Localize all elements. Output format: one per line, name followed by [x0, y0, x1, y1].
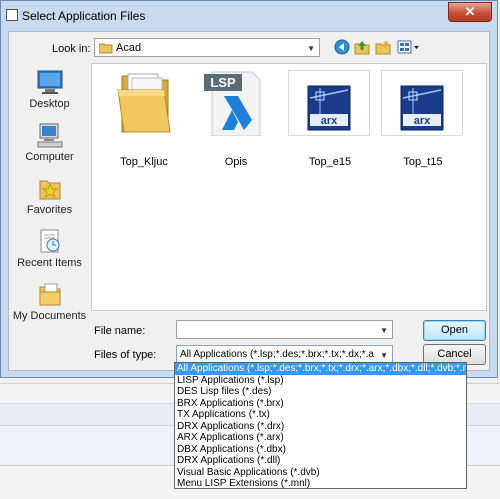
file-type-option[interactable]: Menu LISP Extensions (*.mnl)	[175, 478, 466, 490]
place-desktop[interactable]: Desktop	[10, 69, 89, 121]
select-application-files-dialog: Select Application Files ✕ Look in: Acad…	[0, 0, 498, 378]
look-in-dropdown[interactable]: Acad ▼	[94, 38, 320, 57]
file-item-arx[interactable]: arx Top_t15	[381, 70, 465, 170]
open-button[interactable]: Open	[423, 320, 486, 341]
close-button[interactable]: ✕	[448, 2, 492, 22]
place-label: Desktop	[29, 98, 70, 110]
file-item-arx[interactable]: arx Top_e15	[288, 70, 372, 170]
look-in-value: Acad	[116, 42, 142, 54]
file-item-lsp[interactable]: LSP Opis	[194, 70, 278, 170]
file-type-option[interactable]: DES Lisp files (*.des)	[175, 386, 466, 398]
place-recent-items[interactable]: Recent Items	[10, 228, 89, 280]
arx-badge: arx	[321, 115, 338, 127]
file-type-option[interactable]: ARX Applications (*.arx)	[175, 432, 466, 444]
place-computer[interactable]: Computer	[10, 122, 89, 174]
place-my-documents[interactable]: My Documents	[10, 281, 89, 333]
file-item-folder[interactable]: Top_Kljuc	[102, 70, 186, 170]
new-folder-icon[interactable]	[375, 39, 391, 55]
chevron-down-icon: ▼	[380, 351, 388, 360]
lsp-file-icon: LSP	[204, 71, 261, 136]
files-of-type-value: All Applications (*.lsp;*.des;*.brx;*.tx…	[180, 349, 374, 360]
folder-icon	[99, 43, 113, 54]
favorites-icon	[39, 180, 60, 200]
file-type-option[interactable]: BRX Applications (*.brx)	[175, 398, 466, 410]
place-label: Recent Items	[17, 257, 82, 269]
file-type-option[interactable]: LISP Applications (*.lsp)	[175, 375, 466, 387]
file-name: Opis	[224, 156, 248, 168]
file-type-option[interactable]: TX Applications (*.tx)	[175, 409, 466, 421]
arx-file-icon: arx	[400, 85, 444, 131]
folder-icon	[117, 73, 171, 133]
up-folder-icon[interactable]	[354, 39, 370, 55]
title-bar[interactable]: Select Application Files ✕	[1, 1, 497, 31]
file-type-option[interactable]: DBX Applications (*.dbx)	[175, 444, 466, 456]
place-favorites[interactable]: Favorites	[10, 175, 89, 227]
places-bar: Desktop Computer Favorites Recent Items …	[10, 63, 89, 370]
arx-file-icon: arx	[307, 85, 351, 131]
lsp-badge: LSP	[210, 75, 236, 90]
chevron-down-icon[interactable]: ▼	[380, 326, 388, 335]
desktop-icon	[37, 70, 62, 94]
file-list[interactable]: Top_Kljuc LSP Opis arx Top_e15 arx Top_t…	[91, 63, 487, 311]
dialog-title: Select Application Files	[22, 9, 146, 23]
dialog-body: Look in: Acad ▼ Desktop Computer Favorit…	[8, 31, 490, 371]
file-name-label: File name:	[94, 325, 146, 337]
file-name: Top_e15	[308, 156, 352, 168]
files-of-type-options[interactable]: All Applications (*.lsp;*.des;*.brx;*.tx…	[174, 362, 467, 489]
file-name: Top_Kljuc	[120, 156, 168, 168]
place-label: Favorites	[26, 204, 73, 216]
file-type-option[interactable]: Visual Basic Applications (*.dvb)	[175, 467, 466, 479]
views-menu-icon[interactable]	[397, 39, 421, 55]
look-in-label: Look in:	[52, 43, 91, 55]
app-icon	[6, 9, 18, 21]
back-icon[interactable]	[334, 39, 350, 55]
file-type-option[interactable]: DRX Applications (*.dll)	[175, 455, 466, 467]
file-type-option[interactable]: DRX Applications (*.drx)	[175, 421, 466, 433]
chevron-down-icon: ▼	[307, 44, 315, 53]
file-name: Top_t15	[403, 156, 443, 168]
place-label: Computer	[25, 151, 74, 163]
computer-icon	[37, 123, 62, 148]
file-name-input[interactable]: ▼	[176, 320, 393, 339]
recent-items-icon	[40, 229, 59, 253]
arx-badge: arx	[414, 115, 431, 127]
place-label: My Documents	[12, 310, 87, 322]
file-type-option[interactable]: All Applications (*.lsp;*.des;*.brx;*.tx…	[175, 363, 466, 375]
my-documents-icon	[39, 283, 60, 306]
files-of-type-label: Files of type:	[94, 349, 157, 361]
